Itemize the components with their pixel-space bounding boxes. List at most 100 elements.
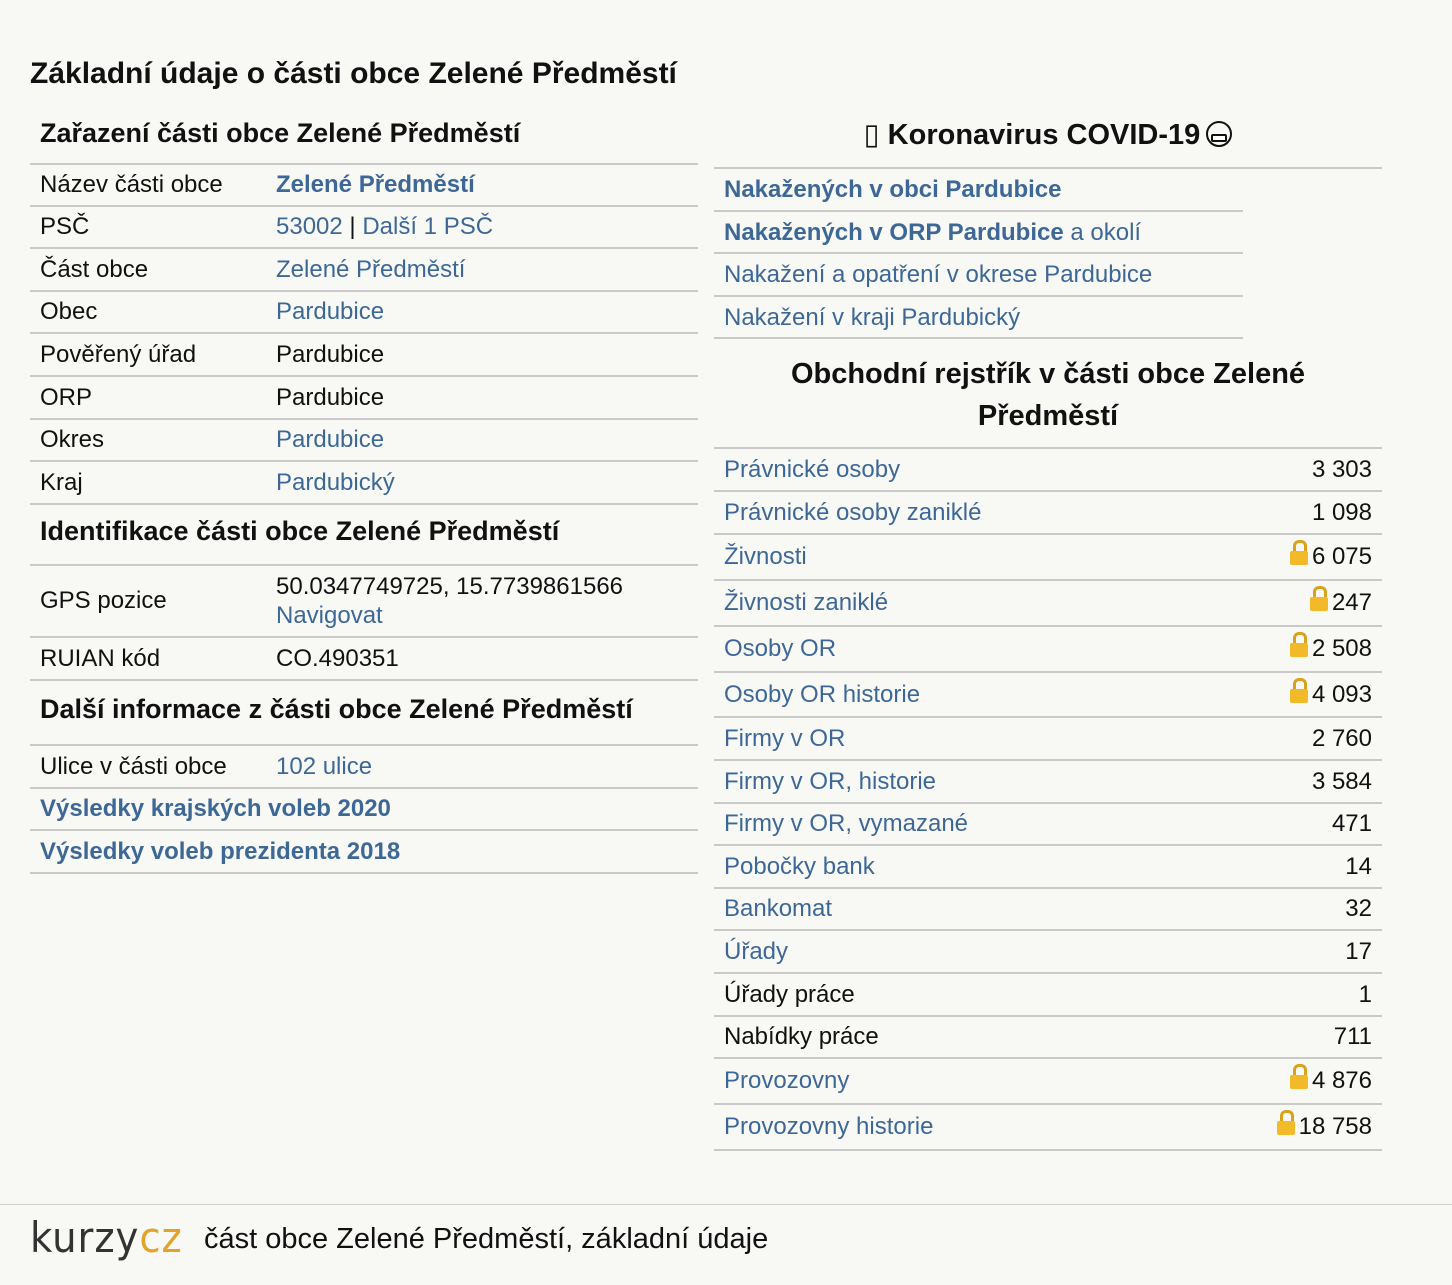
or-row-count: 18 758 [1298,1113,1372,1140]
or-row-value: 32 [1345,895,1372,923]
page-title: Základní údaje o části obce Zelené Předm… [30,57,677,90]
zarazeni-row-povereny-urad: Pověřený úřad Pardubice [30,334,698,377]
or-row-label[interactable]: Živnosti [724,543,1290,571]
or-row-provozovny-historie: Provozovny historie 18 758 [714,1105,1382,1151]
left-column: Zařazení části obce Zelené Předměstí Náz… [30,110,698,874]
volby-kraj-row: Výsledky krajských voleb 2020 [30,789,698,831]
zarazeni-row-okres: Okres Pardubice [30,420,698,462]
volby-prezident-link[interactable]: Výsledky voleb prezidenta 2018 [30,838,400,866]
zarazeni-heading: Zařazení části obce Zelené Předměstí [30,110,698,165]
lock-icon [1289,1064,1308,1090]
or-row-count: 14 [1345,852,1372,880]
covid-link-1[interactable]: Nakažených v obci Pardubice [714,169,1243,212]
or-row-label[interactable]: Firmy v OR, historie [724,768,1312,796]
or-row-count: 4 876 [1311,1067,1372,1094]
or-row-label[interactable]: Osoby OR historie [724,681,1290,709]
navigovat-link[interactable]: Navigovat [276,601,698,630]
zarazeni-row-orp: ORP Pardubice [30,377,698,420]
dalsi-psc-link[interactable]: Další 1 PSČ [362,213,493,240]
or-row-label[interactable]: Pobočky bank [724,853,1345,881]
kurzy-logo[interactable]: kurzycz [30,1213,183,1262]
or-row-value: 14 [1345,853,1372,881]
covid-link-rest: Nakažení v kraji Pardubický [724,304,1021,331]
or-row-zivnosti-zanikle: Živnosti zaniklé 247 [714,581,1382,627]
or-row-label: Nabídky práce [724,1023,879,1050]
or-row-value: 471 [1332,810,1372,838]
row-value: Pardubice [276,384,698,412]
or-row-value: 711 [1334,1023,1372,1051]
or-row-value: 247 [1309,586,1372,617]
row-value-text: Pardubice [276,340,385,368]
covid-link-2[interactable]: Nakažených v ORP Pardubice a okolí [714,212,1243,254]
or-row-label[interactable]: Úřady [724,938,1345,966]
row-label: Pověřený úřad [40,340,197,368]
ulice-link[interactable]: 102 ulice [276,753,698,781]
lock-icon [1289,540,1308,566]
row-value: Pardubický [276,469,698,497]
row-value-text: Pardubice [276,383,385,411]
or-row-label[interactable]: Firmy v OR, vymazané [724,810,1332,838]
or-row-urady: Úřady 17 [714,931,1382,974]
volby-kraj-link[interactable]: Výsledky krajských voleb 2020 [30,795,391,823]
gps-label: GPS pozice [40,587,167,614]
or-row-label[interactable]: Firmy v OR [724,725,1312,753]
separator: | [342,213,363,240]
or-row-label[interactable]: Právnické osoby [724,456,1312,484]
or-row-count: 4 093 [1311,680,1372,708]
gps-row: GPS pozice 50.0347749725, 15.7739861566 … [30,566,698,638]
row-value: Pardubice [276,426,698,454]
row-label: ORP [40,383,93,411]
lock-icon [1289,632,1308,658]
ruian-value: CO.490351 [276,644,399,672]
row-value-text[interactable]: 53002 [276,213,343,240]
or-row-value: 4 876 [1289,1064,1372,1095]
ulice-row: Ulice v části obce 102 ulice [30,746,698,789]
row-value-text[interactable]: Pardubice [276,426,384,453]
or-row-count: 711 [1333,1023,1372,1050]
covid-link-bold: Nakažených v ORP Pardubice [724,219,1064,246]
row-value-text[interactable]: Zelené Předměstí [276,256,465,283]
or-row-label[interactable]: Osoby OR [724,635,1290,663]
or-row-osoby-or: Osoby OR 2 508 [714,627,1382,673]
volby-prezident-row: Výsledky voleb prezidenta 2018 [30,831,698,874]
or-row-count: 32 [1345,895,1372,922]
dalsi-heading: Další informace z části obce Zelené Před… [30,681,698,746]
or-row-label: Úřady práce [724,980,855,1008]
or-row-count: 3 584 [1311,767,1372,795]
or-row-count: 17 [1345,937,1372,965]
or-row-bankomat: Bankomat 32 [714,889,1382,931]
or-row-label[interactable]: Právnické osoby zaniklé [724,499,1312,527]
ruian-row: RUIAN kód CO.490351 [30,638,698,681]
row-label: PSČ [40,213,90,240]
or-row-value: 1 [1359,981,1372,1009]
or-row-count: 471 [1331,810,1372,837]
covid-link-bold: Nakažených v obci Pardubice [724,176,1062,203]
or-row-osoby-or-historie: Osoby OR historie 4 093 [714,673,1382,718]
lock-icon [1289,677,1308,704]
or-row-label[interactable]: Provozovny [724,1067,1290,1095]
footer-caption: část obce Zelené Předměstí, základní úda… [204,1223,769,1255]
or-row-value: 2 508 [1289,632,1372,663]
row-value-text[interactable]: Pardubický [276,469,395,496]
or-row-provozovny: Provozovny 4 876 [714,1059,1382,1105]
zarazeni-row-obec: Obec Pardubice [30,292,698,334]
or-row-label[interactable]: Provozovny historie [724,1113,1277,1141]
row-value-text[interactable]: Pardubice [276,298,384,325]
or-row-count: 1 [1358,980,1372,1008]
obchodni-table: Právnické osoby 3 303 Právnické osoby zani… [714,449,1382,1151]
or-row-value: 6 075 [1289,540,1372,571]
row-value: Zelené Předměstí [276,171,698,199]
gps-value: 50.0347749725, 15.7739861566 [276,573,624,600]
or-row-label[interactable]: Bankomat [724,895,1345,923]
or-row-label[interactable]: Živnosti zaniklé [724,589,1310,617]
covid-link-4[interactable]: Nakažení v kraji Pardubický [714,297,1243,339]
covid-link-rest: a okolí [1063,219,1142,246]
or-row-value: 1 098 [1312,499,1372,527]
covid-link-3[interactable]: Nakažení a opatření v okrese Pardubice [714,254,1243,297]
or-row-pobocky-bank: Pobočky bank 14 [714,846,1382,889]
row-value-text[interactable]: Zelené Předměstí [276,171,475,198]
zarazeni-row-kraj: Kraj Pardubický [30,462,698,505]
or-row-firmy-v-or-vymazane: Firmy v OR, vymazané 471 [714,804,1382,846]
lock-icon [1309,586,1328,612]
row-value: Pardubice [276,341,698,369]
